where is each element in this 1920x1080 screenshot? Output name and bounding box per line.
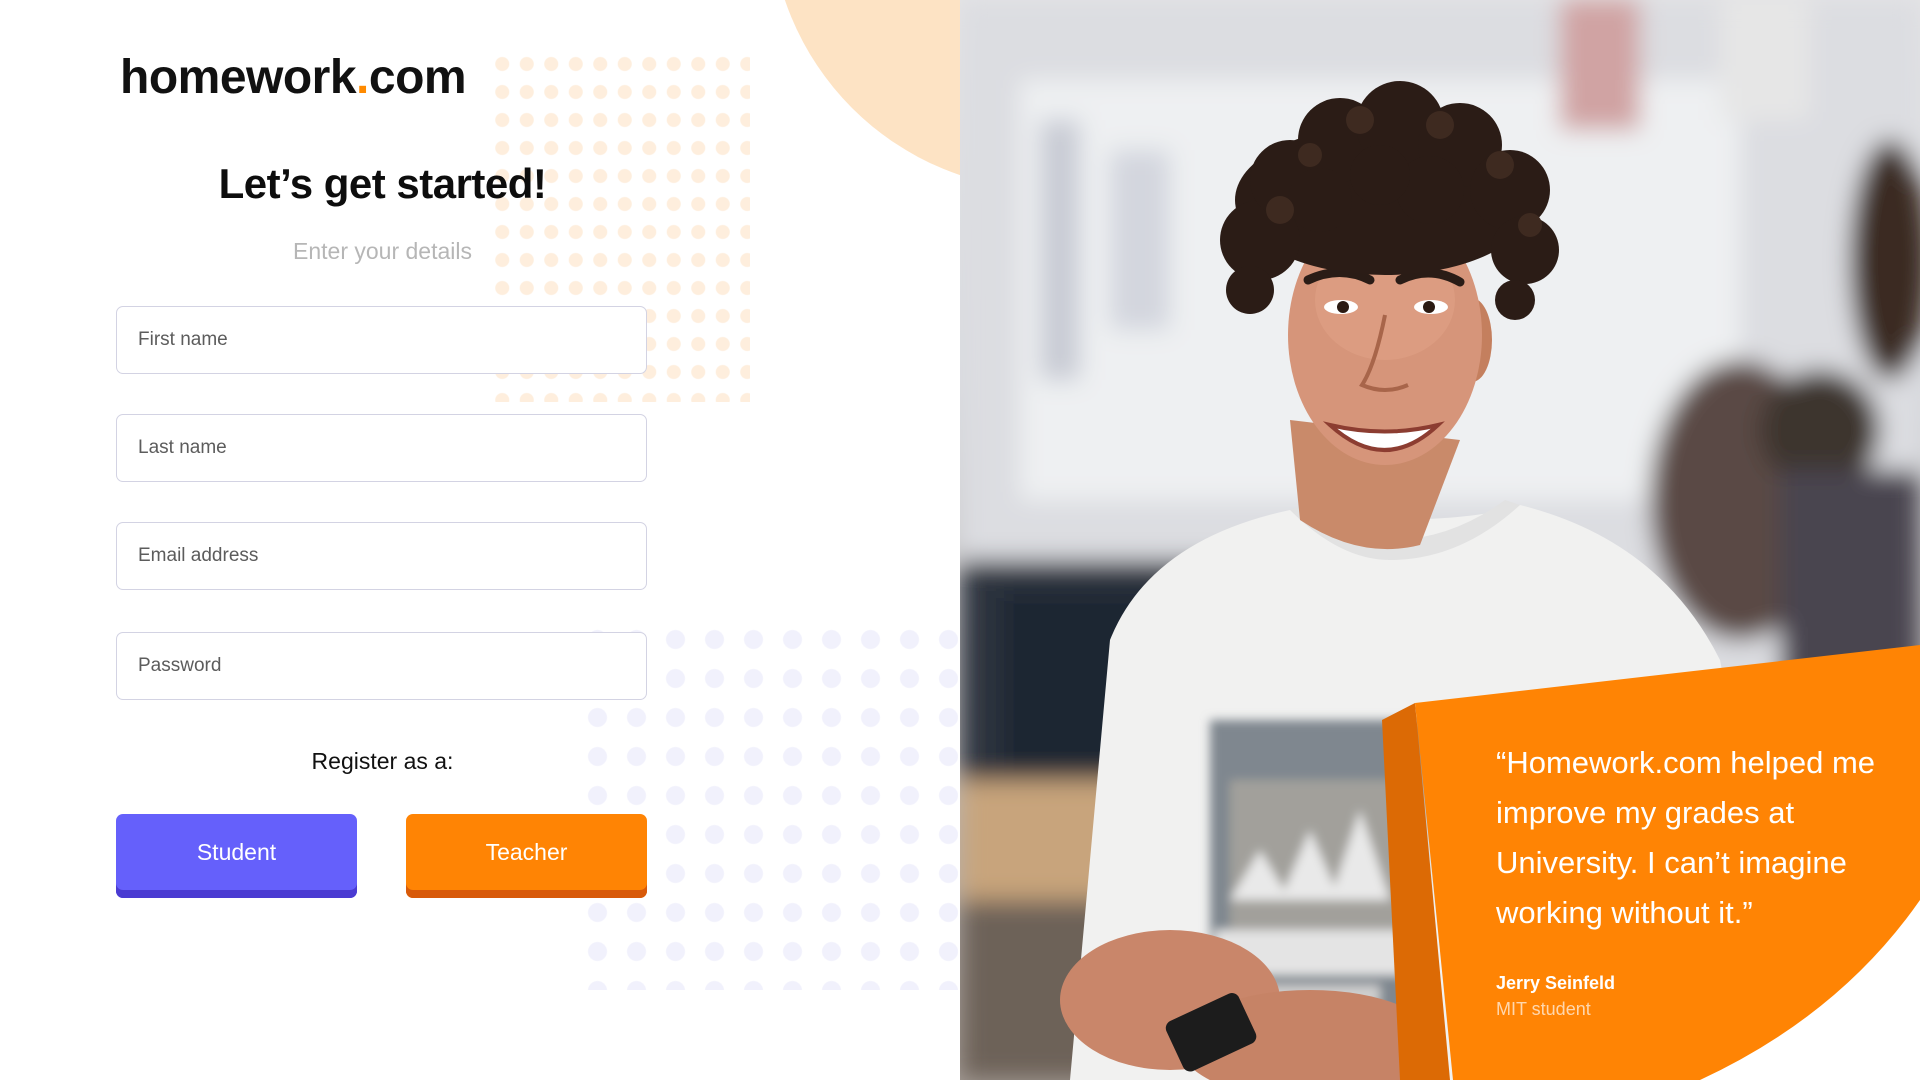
brand-dot: . — [356, 51, 369, 104]
testimonial-quote: “Homework.com helped me improve my grade… — [1496, 745, 1876, 930]
decorative-peach-circle — [770, 0, 960, 190]
brand-logo[interactable]: homework.com — [120, 50, 467, 105]
page-subtitle: Enter your details — [293, 238, 472, 264]
last-name-input[interactable] — [136, 436, 646, 460]
email-field[interactable] — [116, 522, 647, 590]
testimonial-author: Jerry Seinfeld — [1496, 973, 1616, 993]
password-input[interactable] — [136, 654, 646, 678]
first-name-field[interactable] — [116, 306, 647, 374]
register-as-label: Register as a: — [311, 748, 454, 774]
teacher-button[interactable]: Teacher — [406, 814, 647, 898]
password-field[interactable] — [116, 632, 647, 700]
page-title: Let’s get started! — [218, 160, 547, 207]
brand-name: homework — [120, 51, 357, 104]
email-input[interactable] — [136, 544, 646, 568]
testimonial-author-role: MIT student — [1496, 999, 1591, 1019]
brand-tld: com — [368, 51, 467, 104]
last-name-field[interactable] — [116, 414, 647, 482]
first-name-input[interactable] — [136, 328, 646, 352]
student-button[interactable]: Student — [116, 814, 357, 898]
signup-panel: homework.com Let’s get started! Enter yo… — [0, 0, 960, 1080]
